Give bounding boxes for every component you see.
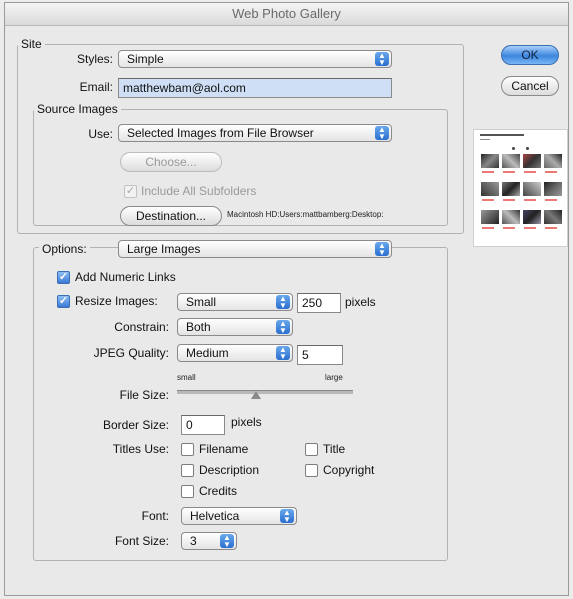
border-size-field[interactable]: 0 bbox=[181, 415, 225, 435]
font-label: Font: bbox=[141, 509, 169, 523]
options-select[interactable]: Large Images ▲ ▼ bbox=[118, 240, 392, 258]
jpeg-quality-label: JPEG Quality: bbox=[93, 346, 169, 360]
preview-dot-icon bbox=[526, 147, 529, 150]
credits-label: Credits bbox=[199, 484, 238, 498]
styles-label: Styles: bbox=[76, 52, 113, 66]
preview-captions bbox=[482, 227, 560, 229]
credits-checkbox[interactable] bbox=[181, 485, 194, 498]
updown-arrow-icon: ▲ ▼ bbox=[280, 509, 294, 524]
constrain-select[interactable]: Both ▲ ▼ bbox=[177, 318, 293, 336]
updown-arrow-icon: ▲ ▼ bbox=[220, 534, 234, 549]
title-label: Title bbox=[323, 442, 346, 456]
email-field[interactable]: matthewbam@aol.com bbox=[118, 78, 392, 98]
resize-pixels-field[interactable]: 250 bbox=[297, 293, 341, 313]
resize-size-select[interactable]: Small ▲ ▼ bbox=[177, 293, 293, 311]
email-label: Email: bbox=[79, 80, 113, 94]
updown-arrow-icon: ▲ ▼ bbox=[276, 346, 290, 361]
copyright-label: Copyright bbox=[323, 463, 375, 477]
cancel-button[interactable]: Cancel bbox=[501, 76, 559, 96]
border-size-unit: pixels bbox=[231, 415, 262, 429]
preview-photo bbox=[481, 182, 499, 196]
resize-pixels-unit: pixels bbox=[345, 295, 376, 309]
preview-dot-icon bbox=[512, 147, 515, 150]
use-label: Use: bbox=[88, 127, 113, 141]
site-legend: Site bbox=[21, 37, 42, 51]
preview-heading-line bbox=[480, 134, 524, 136]
updown-arrow-icon: ▲ ▼ bbox=[276, 295, 290, 310]
filename-checkbox[interactable] bbox=[181, 443, 194, 456]
file-size-slider-track[interactable] bbox=[177, 390, 353, 394]
resize-images-checkbox[interactable]: ✓ bbox=[57, 295, 70, 308]
preview-photo bbox=[523, 154, 541, 168]
filename-label: Filename bbox=[199, 442, 249, 456]
preview-photo bbox=[523, 210, 541, 224]
window-title: Web Photo Gallery bbox=[5, 3, 568, 26]
destination-button[interactable]: Destination... bbox=[120, 206, 222, 226]
use-value: Selected Images from File Browser bbox=[127, 126, 314, 140]
file-size-label: File Size: bbox=[119, 388, 169, 402]
preview-photo bbox=[502, 182, 520, 196]
updown-arrow-icon: ▲ ▼ bbox=[276, 320, 290, 335]
preview-photo bbox=[481, 210, 499, 224]
updown-arrow-icon: ▲ ▼ bbox=[375, 242, 389, 257]
titles-use-label: Titles Use: bbox=[112, 442, 169, 456]
add-numeric-links-checkbox[interactable]: ✓ bbox=[57, 271, 70, 284]
destination-path: Macintosh HD:Users:mattbamberg:Desktop: bbox=[227, 210, 384, 219]
resize-size-value: Small bbox=[186, 295, 217, 309]
preview-photo bbox=[544, 154, 562, 168]
description-checkbox[interactable] bbox=[181, 464, 194, 477]
updown-arrow-icon: ▲ ▼ bbox=[375, 126, 389, 141]
use-select[interactable]: Selected Images from File Browser ▲ ▼ bbox=[118, 124, 392, 142]
jpeg-quality-value: Medium bbox=[186, 346, 229, 360]
file-size-small-label: small bbox=[177, 373, 196, 382]
font-size-label: Font Size: bbox=[114, 534, 169, 548]
choose-button[interactable]: Choose... bbox=[120, 152, 222, 172]
title-checkbox[interactable] bbox=[305, 443, 318, 456]
preview-subline bbox=[480, 139, 490, 140]
preview-photo bbox=[544, 210, 562, 224]
preview-photo bbox=[544, 182, 562, 196]
ok-button[interactable]: OK bbox=[501, 45, 559, 65]
options-label: Options: bbox=[39, 242, 90, 256]
preview-captions bbox=[482, 171, 560, 173]
font-select[interactable]: Helvetica ▲ ▼ bbox=[181, 507, 297, 525]
updown-arrow-icon: ▲ ▼ bbox=[375, 52, 389, 67]
preview-captions bbox=[482, 199, 560, 201]
styles-value: Simple bbox=[127, 52, 164, 66]
styles-select[interactable]: Simple ▲ ▼ bbox=[118, 50, 392, 68]
preview-photo bbox=[502, 210, 520, 224]
font-size-value: 3 bbox=[190, 534, 197, 548]
options-value: Large Images bbox=[127, 242, 201, 256]
description-label: Description bbox=[199, 463, 260, 477]
preview-photo bbox=[502, 154, 520, 168]
border-size-label: Border Size: bbox=[102, 418, 169, 432]
file-size-large-label: large bbox=[325, 373, 343, 382]
font-value: Helvetica bbox=[190, 509, 240, 523]
file-size-slider-thumb[interactable] bbox=[251, 391, 262, 399]
constrain-label: Constrain: bbox=[114, 320, 169, 334]
constrain-value: Both bbox=[186, 320, 211, 334]
include-subfolders-checkbox[interactable]: ✓ bbox=[124, 185, 137, 198]
web-photo-gallery-dialog: Web Photo Gallery OK Cancel Site Styles:… bbox=[4, 2, 569, 596]
font-size-select[interactable]: 3 ▲ ▼ bbox=[181, 532, 237, 550]
source-images-legend: Source Images bbox=[37, 102, 118, 116]
resize-images-label: Resize Images: bbox=[75, 294, 158, 308]
copyright-checkbox[interactable] bbox=[305, 464, 318, 477]
add-numeric-links-label: Add Numeric Links bbox=[75, 270, 176, 284]
jpeg-quality-number-field[interactable]: 5 bbox=[297, 345, 343, 365]
gallery-preview-thumbnail bbox=[473, 129, 568, 247]
include-subfolders-label: Include All Subfolders bbox=[141, 184, 257, 198]
preview-photo bbox=[523, 182, 541, 196]
preview-photo bbox=[481, 154, 499, 168]
jpeg-quality-select[interactable]: Medium ▲ ▼ bbox=[177, 344, 293, 362]
source-images-group: Source Images bbox=[33, 102, 448, 226]
